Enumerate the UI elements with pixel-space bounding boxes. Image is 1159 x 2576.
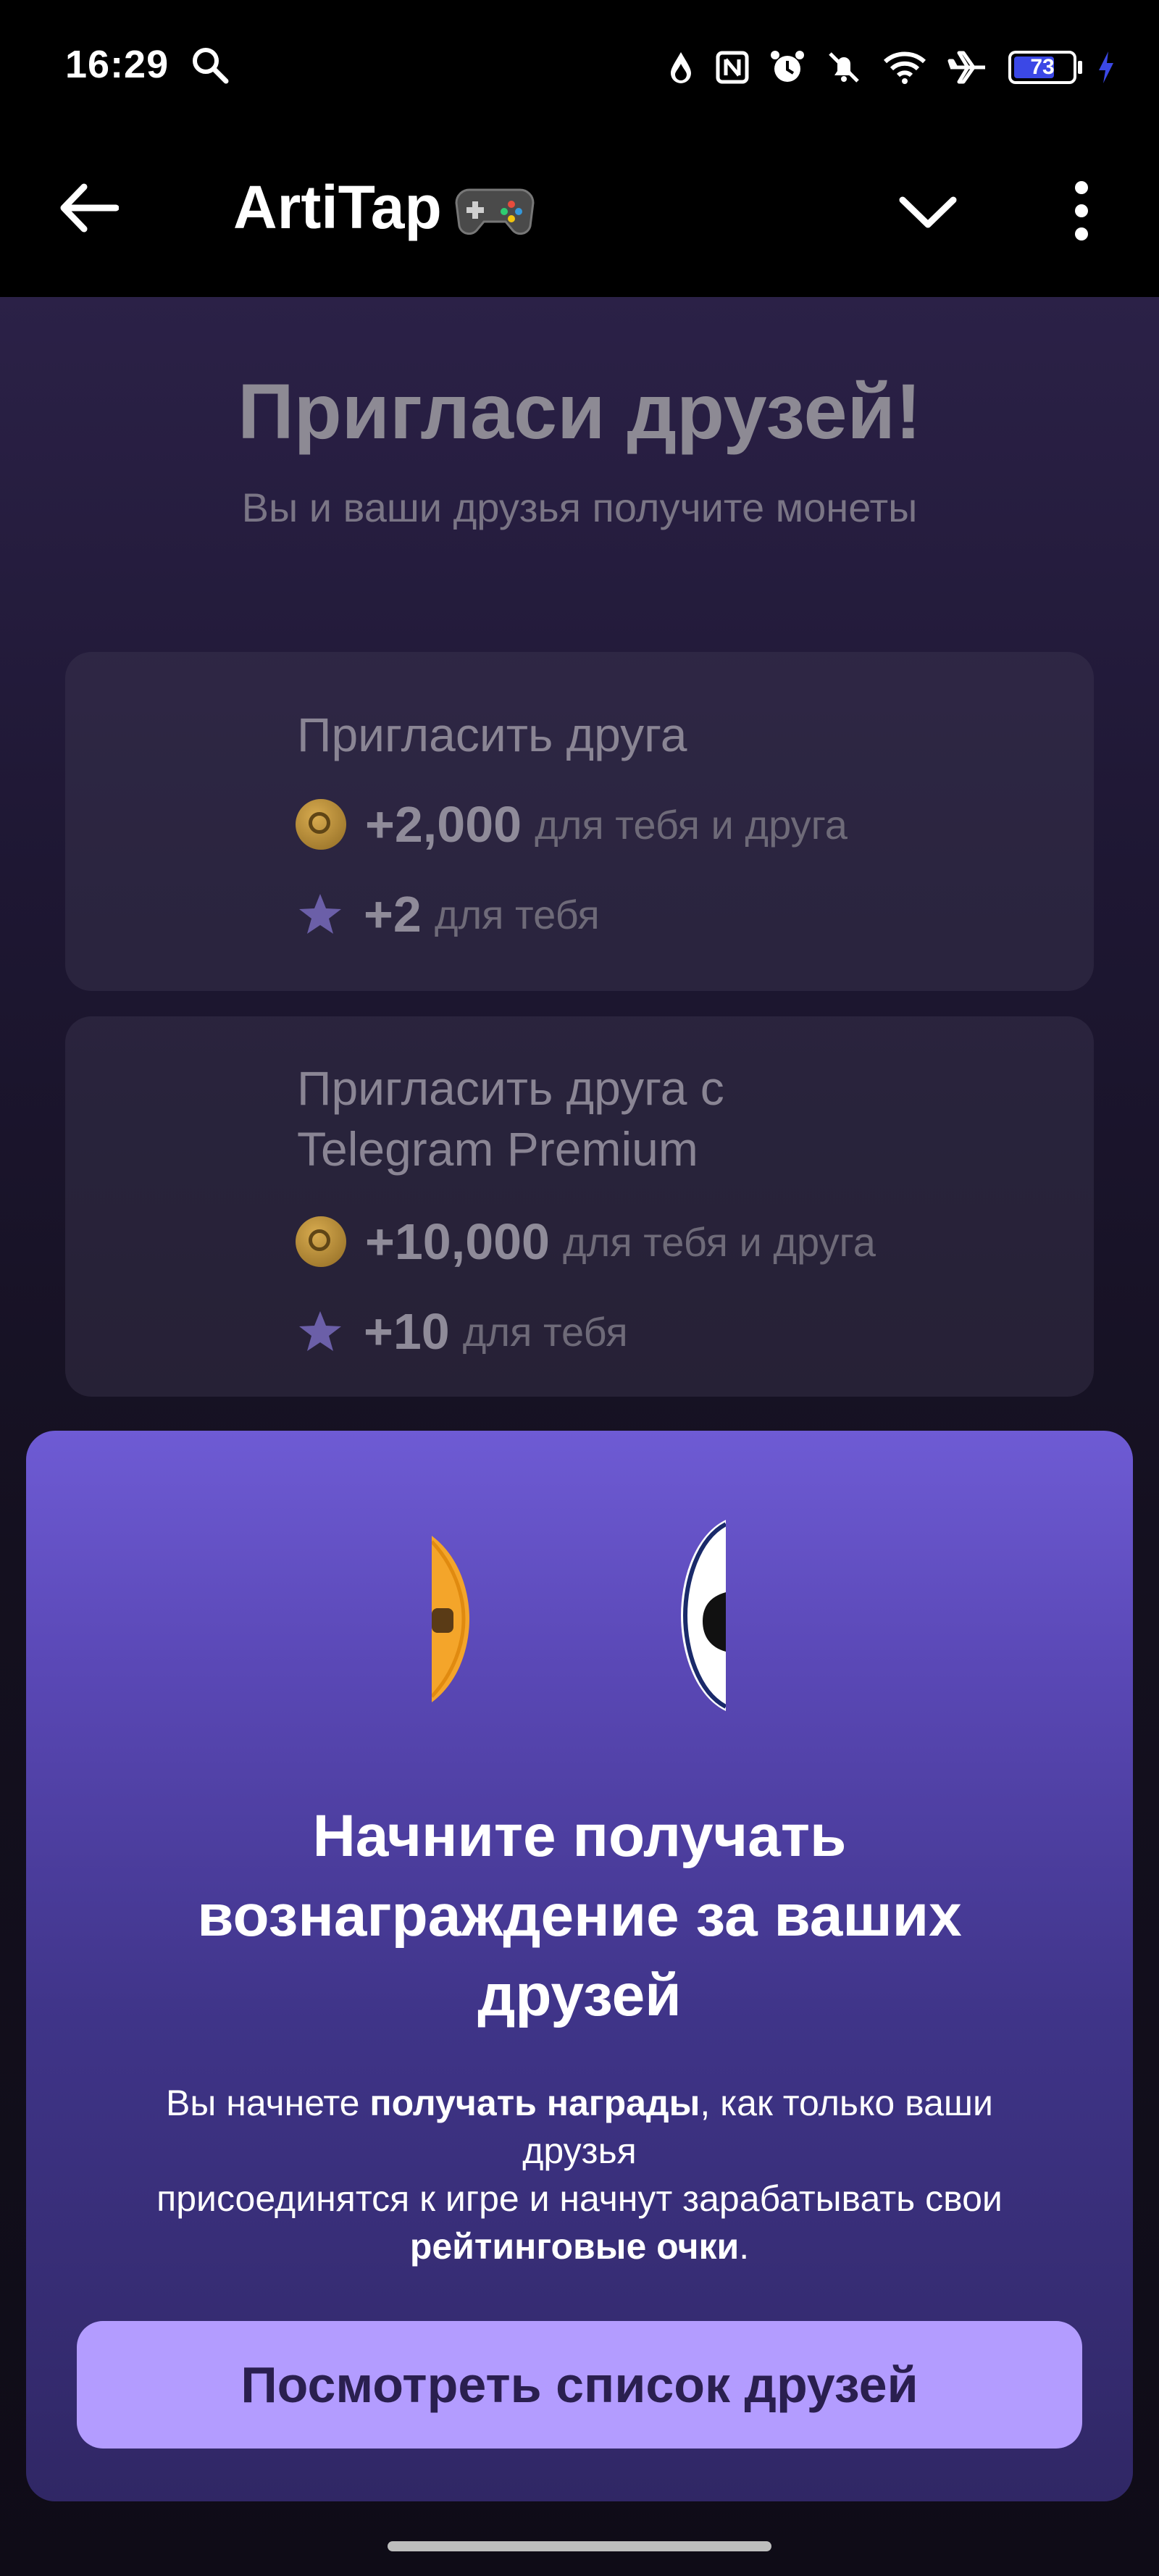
airplane-mode-icon — [947, 51, 985, 84]
sheet-title-line-2: вознаграждение за ваших — [197, 1883, 962, 1949]
back-arrow-icon[interactable] — [58, 183, 119, 233]
search-icon — [193, 48, 229, 84]
sheet-title-line-1: Начните получать — [312, 1803, 847, 1869]
wifi-icon — [883, 51, 926, 84]
card-title-line-1: Пригласить друга с — [297, 1061, 724, 1115]
sheet-title-line-3: друзей — [477, 1962, 682, 2028]
sheet-text-part: Вы начнете — [166, 2083, 370, 2123]
bell-off-icon — [829, 52, 859, 83]
coin-reward-text: для тебя и друга — [535, 801, 848, 848]
sheet-text-line: друзья — [522, 2130, 637, 2171]
alarm-icon — [771, 51, 804, 82]
eye-emoji-half-icon — [681, 1520, 726, 1711]
charging-bolt-icon — [1099, 51, 1113, 83]
sheet-title: Начните получать вознаграждение за ваших… — [87, 1797, 1072, 2036]
battery-level: 73 — [1030, 55, 1055, 79]
card-title: Пригласить друга — [297, 708, 687, 761]
more-options-icon[interactable] — [1071, 180, 1092, 242]
card-title-line-2: Telegram Premium — [297, 1122, 698, 1176]
app-header — [0, 134, 1159, 297]
view-friends-list-button[interactable]: Посмотреть список друзей — [77, 2321, 1082, 2449]
sheet-text-bold: получать награды — [369, 2083, 700, 2123]
status-time: 16:29 — [65, 43, 170, 86]
coin-icon — [296, 799, 346, 850]
coin-amount: +10,000 — [365, 1213, 550, 1270]
page-title: Пригласи друзей! — [238, 367, 921, 455]
sheet-text-part: . — [739, 2226, 750, 2267]
coin-reward-text: для тебя и друга — [562, 1218, 876, 1265]
sheet-description: Вы начнете получать награды, как только … — [80, 2079, 1079, 2270]
water-drop-icon — [671, 52, 691, 83]
star-reward-text: для тебя — [462, 1308, 628, 1355]
star-amount: +10 — [364, 1303, 450, 1360]
chevron-down-icon[interactable] — [898, 190, 958, 233]
battery-indicator: 73 — [1008, 51, 1082, 84]
sunglasses-emoji-half-icon — [432, 1536, 469, 1702]
coin-reward-row: +2,000 для тебя и друга — [296, 795, 848, 853]
sheet-text-part: , как только ваши — [700, 2083, 993, 2123]
star-amount: +2 — [364, 886, 422, 942]
sheet-text-line: присоединятся к игре и начнут зарабатыва… — [156, 2178, 1003, 2219]
sheet-text-bold: рейтинговые очки — [409, 2226, 740, 2267]
star-reward-row: +2 для тебя — [296, 885, 600, 943]
status-icons: 73 — [666, 42, 1116, 93]
coin-amount: +2,000 — [365, 796, 522, 853]
gamepad-emoji-icon — [455, 188, 535, 235]
coin-icon — [296, 1216, 346, 1267]
star-icon — [299, 1311, 341, 1351]
star-reward-text: для тебя — [434, 891, 600, 937]
coin-reward-row: +10,000 для тебя и друга — [296, 1213, 876, 1271]
star-reward-row: +10 для тебя — [296, 1302, 628, 1360]
nfc-icon — [716, 51, 749, 84]
app-title: ArtiTap — [233, 173, 442, 241]
page-subtitle: Вы и ваши друзья получите монеты — [241, 485, 918, 530]
home-indicator[interactable] — [388, 2541, 771, 2551]
star-icon — [299, 894, 341, 934]
